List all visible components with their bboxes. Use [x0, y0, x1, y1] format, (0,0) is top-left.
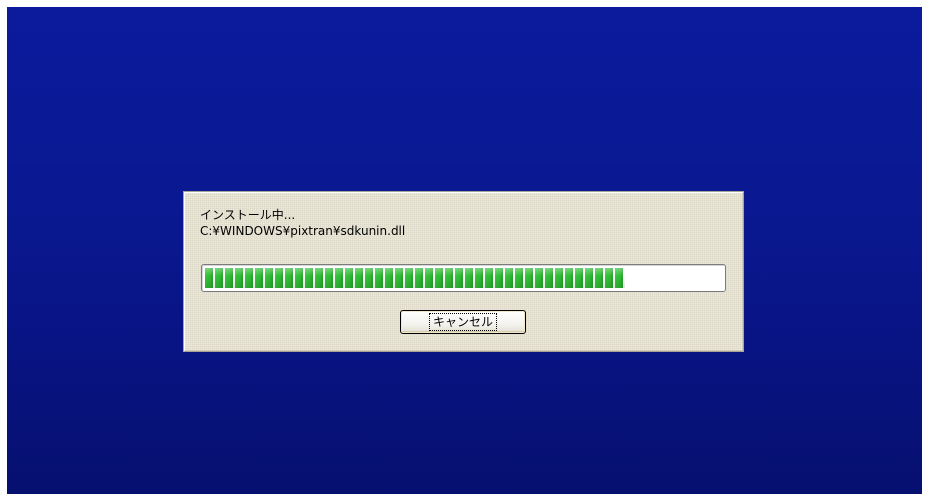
install-status-title: インストール中...: [200, 208, 296, 222]
install-progress-bar: [201, 264, 726, 292]
cancel-button-label: キャンセル: [428, 313, 498, 331]
desktop-background: インストール中... C:¥WINDOWS¥pixtran¥sdkunin.dl…: [7, 7, 922, 494]
install-progress-dialog: インストール中... C:¥WINDOWS¥pixtran¥sdkunin.dl…: [183, 191, 744, 352]
install-file-path: C:¥WINDOWS¥pixtran¥sdkunin.dll: [200, 224, 406, 238]
cancel-button[interactable]: キャンセル: [400, 310, 526, 334]
progress-bar-fill: [205, 268, 625, 288]
